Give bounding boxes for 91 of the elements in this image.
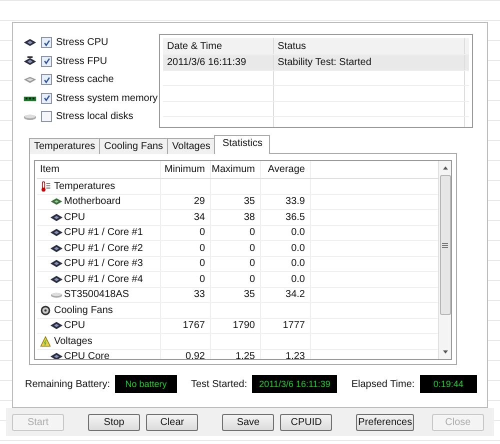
tab[interactable]: Temperatures [29, 138, 100, 154]
item-label: CPU #1 / Core #2 [64, 242, 143, 254]
table-cell: 0 [161, 226, 211, 240]
button[interactable]: Stop [88, 414, 140, 430]
item-label: CPU [64, 212, 86, 223]
table-cell: 1790 [211, 318, 261, 333]
status-label: Remaining Battery: [25, 378, 110, 390]
table-cell: 1.23 [261, 350, 311, 359]
item-label: CPU Core [64, 351, 110, 359]
item-label: Motherboard [64, 196, 121, 208]
item-label: ST3500418AS [64, 289, 130, 300]
status-label: Elapsed Time: [351, 378, 415, 390]
status-display: No battery [115, 375, 177, 393]
column-header[interactable]: Minimum [161, 161, 211, 178]
chip-icon [50, 228, 63, 238]
table-cell: 38 [211, 210, 261, 224]
table-cell: 1767 [161, 318, 211, 333]
chip-icon [50, 259, 63, 268]
chip-icon [50, 352, 63, 359]
column-header[interactable]: Status [274, 38, 465, 54]
table-cell: Stability Test: Started [274, 55, 465, 70]
tab[interactable]: Cooling Fans [99, 138, 168, 154]
table-cell: 0 [161, 256, 211, 271]
tab[interactable]: Statistics [214, 135, 270, 154]
chip-icon [23, 74, 37, 86]
table-cell: 0 [211, 272, 261, 286]
checkbox-label[interactable]: Stress CPU [56, 37, 108, 48]
table-cell: 0.92 [161, 350, 211, 359]
table-cell: 0.0 [261, 272, 311, 286]
board-icon [50, 197, 63, 206]
table-cell: 1777 [261, 318, 311, 333]
column-header[interactable]: Item [37, 161, 161, 178]
button[interactable]: CPUID [280, 414, 332, 430]
checkbox[interactable] [41, 56, 52, 67]
thermometer-icon [40, 180, 51, 192]
disk-icon [50, 290, 63, 300]
button[interactable]: Preferences [356, 414, 414, 430]
table-cell: 34 [161, 210, 211, 224]
table-cell: 0.0 [261, 241, 311, 256]
table-cell: 0 [211, 226, 261, 240]
status-display: 0:19:44 [420, 375, 477, 393]
item-label: CPU #1 / Core #4 [64, 274, 143, 285]
chip-icon [50, 274, 63, 284]
grip-icon [442, 242, 448, 248]
chip-icon [50, 244, 63, 253]
checkbox-label[interactable]: Stress local disks [56, 111, 134, 122]
scroll-up-icon[interactable] [442, 166, 448, 170]
checkbox[interactable] [41, 92, 52, 104]
button[interactable]: Clear [146, 414, 198, 430]
scrollbar[interactable] [438, 161, 451, 359]
group-label: Cooling Fans [54, 304, 113, 316]
chip-icon [23, 56, 37, 67]
table-cell: 33 [161, 288, 211, 302]
tab[interactable]: Voltages [167, 138, 216, 154]
scroll-down-icon[interactable] [442, 350, 448, 354]
table-cell: 0.0 [261, 226, 311, 240]
checkbox-label[interactable]: Stress FPU [56, 56, 108, 67]
item-label: CPU #1 / Core #3 [64, 258, 143, 270]
item-label: CPU #1 / Core #1 [64, 227, 143, 238]
checkbox[interactable] [41, 37, 52, 48]
table-cell: 33.9 [261, 194, 311, 209]
table-cell: 2011/3/6 16:11:39 [163, 55, 274, 70]
status-display: 2011/3/6 16:11:39 [252, 375, 338, 393]
table-cell: 0 [161, 241, 211, 256]
table-cell: 35 [211, 288, 261, 302]
column-header[interactable]: Maximum [211, 161, 261, 178]
chip-icon [23, 37, 37, 48]
group-label: Voltages [54, 336, 92, 347]
table-cell: 1.25 [211, 350, 261, 359]
table-cell: 29 [161, 194, 211, 209]
table-cell: 0.0 [261, 256, 311, 271]
table-cell: 34.2 [261, 288, 311, 302]
checkbox[interactable] [41, 111, 52, 122]
checkbox[interactable] [41, 74, 52, 86]
warning-icon [40, 336, 51, 347]
chip-icon [50, 212, 63, 222]
column-header[interactable]: Date & Time [163, 38, 274, 54]
checkbox-label[interactable]: Stress cache [56, 74, 114, 86]
chip-icon [50, 321, 63, 330]
table-cell: 0 [161, 272, 211, 286]
group-label: Temperatures [54, 180, 116, 192]
fan-icon [40, 304, 51, 316]
status-label: Test Started: [191, 378, 248, 390]
table-cell: 0 [211, 241, 261, 256]
table-cell: 36.5 [261, 210, 311, 224]
table-cell: 35 [211, 194, 261, 209]
column-header[interactable]: Average [261, 161, 311, 178]
table-cell: 0 [211, 256, 261, 271]
item-label: CPU [64, 320, 86, 332]
button[interactable]: Save [222, 414, 274, 430]
checkbox-label[interactable]: Stress system memory [56, 92, 158, 104]
